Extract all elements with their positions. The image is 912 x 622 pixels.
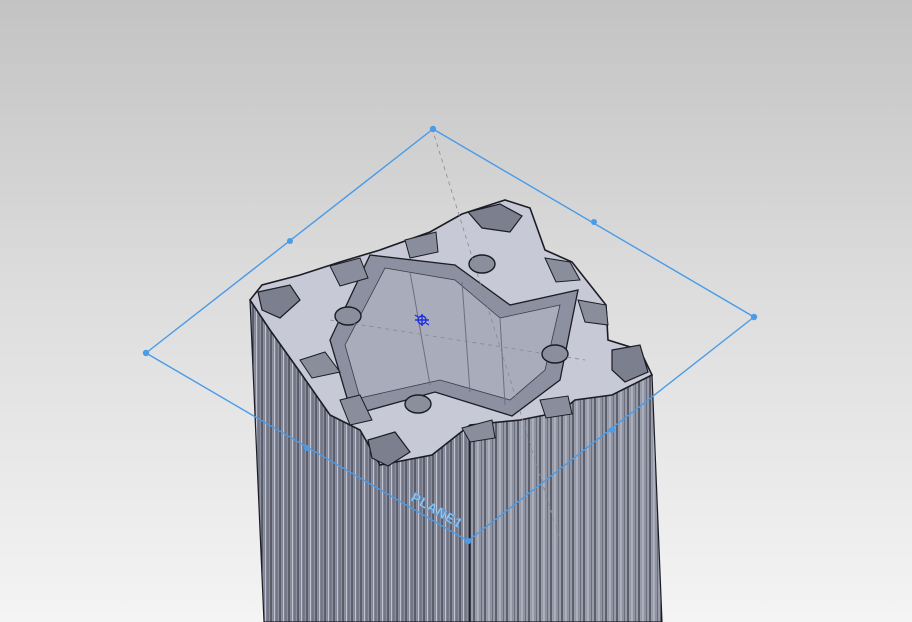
plane-corner-handle-right[interactable] [750, 313, 758, 321]
plane-edge-handle-top-left[interactable] [287, 238, 293, 244]
graphics-viewport[interactable]: PLANE1 [0, 0, 912, 622]
model-scene: PLANE1 [142, 125, 758, 622]
plane-corner-handle-left[interactable] [142, 349, 150, 357]
plane-corner-handle-bottom[interactable] [464, 537, 472, 545]
plane-edge-handle-top-right[interactable] [591, 219, 597, 225]
plane-edge-handle-bottom-left[interactable] [304, 445, 310, 451]
plane-corner-handle-top[interactable] [429, 125, 437, 133]
plane-edge-handle-bottom-right[interactable] [609, 427, 615, 433]
